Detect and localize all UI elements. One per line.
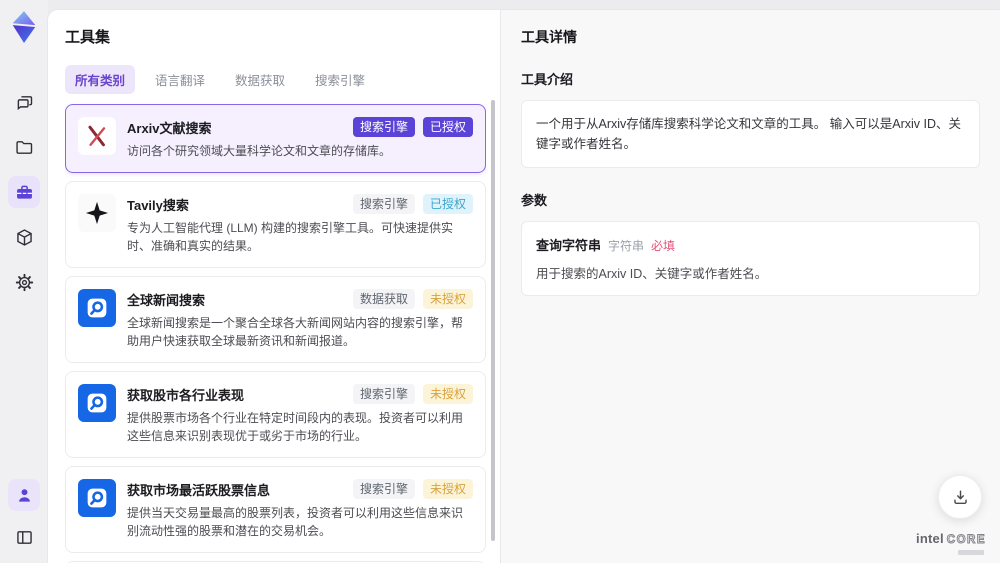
tool-icon: [78, 384, 116, 422]
tool-card[interactable]: 获取市场最活跃股票信息 搜索引擎 未授权 提供当天交易量最高的股票列表，投资者可…: [65, 466, 486, 553]
sidebar-item-files[interactable]: [8, 131, 40, 163]
list-scrollbar[interactable]: [491, 88, 495, 555]
news-search-icon: [87, 393, 107, 413]
arxiv-icon: [88, 125, 106, 147]
brand-sub: CORE: [946, 534, 986, 547]
brand-badge-bar: [958, 550, 984, 555]
tool-auth-badge: 未授权: [422, 289, 473, 309]
tool-card[interactable]: Tavily搜索 搜索引擎 已授权 专为人工智能代理 (LLM) 构建的搜索引擎…: [65, 181, 486, 268]
tool-card[interactable]: 获取股市各行业表现 搜索引擎 未授权 提供股票市场各个行业在特定时间段内的表现。…: [65, 371, 486, 458]
download-button[interactable]: [938, 475, 982, 519]
scrollbar-thumb[interactable]: [491, 100, 495, 541]
tool-auth-badge: 已授权: [422, 194, 473, 214]
tool-icon: [78, 117, 116, 155]
tab-数据获取[interactable]: 数据获取: [225, 65, 295, 94]
tool-details-pane: 工具详情 工具介绍 一个用于从Arxiv存储库搜索科学论文和文章的工具。 输入可…: [500, 10, 1000, 563]
user-icon: [18, 488, 30, 502]
brand-name: intel: [916, 531, 944, 547]
icon-rail: [0, 0, 48, 563]
intro-card: 一个用于从Arxiv存储库搜索科学论文和文章的工具。 输入可以是Arxiv ID…: [521, 100, 980, 168]
tool-category-badge: 搜索引擎: [352, 479, 415, 499]
tool-name: 获取股市各行业表现: [127, 388, 245, 403]
tool-list-pane: 工具集 所有类别 语言翻译 数据获取 搜索引擎 Arxiv文献搜索 搜索引擎 已授权 …: [48, 10, 500, 563]
app-window: 工具集 所有类别 语言翻译 数据获取 搜索引擎 Arxiv文献搜索 搜索引擎 已授权 …: [0, 0, 1000, 563]
tool-auth-badge: 未授权: [422, 479, 473, 499]
tool-name: Arxiv文献搜索: [127, 121, 212, 136]
folder-icon: [15, 140, 32, 154]
category-tabs: 所有类别 语言翻译 数据获取 搜索引擎: [65, 65, 486, 94]
params-heading: 参数: [521, 193, 548, 208]
sidebar-item-panel-toggle[interactable]: [8, 521, 40, 553]
tool-description: 访问各个研究领域大量科学论文和文章的存储库。: [127, 144, 392, 158]
param-required-badge: 必填: [651, 239, 676, 253]
params-list: 查询字符串 字符串 必填 用于搜索的Arxiv ID、关键字或作者姓名。: [521, 221, 980, 296]
param-card: 查询字符串 字符串 必填 用于搜索的Arxiv ID、关键字或作者姓名。: [521, 221, 980, 296]
tool-list: Arxiv文献搜索 搜索引擎 已授权 访问各个研究领域大量科学论文和文章的存储库…: [65, 104, 486, 563]
sidebar-item-settings[interactable]: [8, 266, 40, 298]
page-title: 工具集: [65, 29, 111, 46]
tool-auth-badge: 未授权: [422, 384, 473, 404]
news-search-icon: [87, 298, 107, 318]
intro-heading: 工具介绍: [521, 72, 574, 87]
app-logo-icon[interactable]: [9, 10, 39, 44]
tool-icon: [78, 289, 116, 327]
tool-description: 全球新闻搜索是一个聚合全球各大新闻网站内容的搜索引擎，帮助用户快速获取全球最新资…: [127, 316, 464, 348]
intel-core-logo: intel CORE: [916, 532, 986, 555]
tool-icon: [78, 194, 116, 232]
tool-category-badge: 搜索引擎: [352, 194, 415, 214]
param-description: 用于搜索的Arxiv ID、关键字或作者姓名。: [536, 267, 768, 281]
tool-category-badge: 数据获取: [352, 289, 415, 309]
details-title: 工具详情: [521, 29, 577, 45]
toolbox-icon: [16, 185, 32, 199]
settings-gear-icon: [15, 273, 33, 291]
panel-toggle-icon: [16, 530, 32, 544]
tool-description: 专为人工智能代理 (LLM) 构建的搜索引擎工具。可快速提供实时、准确和真实的结…: [127, 221, 454, 253]
tool-description: 提供股票市场各个行业在特定时间段内的表现。投资者可以利用这些信息来识别表现优于或…: [127, 411, 464, 443]
tool-category-badge: 搜索引擎: [352, 384, 415, 404]
sidebar-item-models[interactable]: [8, 221, 40, 253]
param-name: 查询字符串: [536, 238, 602, 253]
tab-所有类别[interactable]: 所有类别: [65, 65, 136, 94]
tavily-star-icon: [85, 201, 109, 225]
tool-description: 提供当天交易量最高的股票列表，投资者可以利用这些信息来识别流动性强的股票和潜在的…: [127, 506, 464, 538]
tool-card[interactable]: 全球新闻搜索 数据获取 未授权 全球新闻搜索是一个聚合全球各大新闻网站内容的搜索…: [65, 276, 486, 363]
cube-icon: [16, 228, 32, 246]
tool-icon: [78, 479, 116, 517]
tab-搜索引擎[interactable]: 搜索引擎: [305, 65, 375, 94]
tab-语言翻译[interactable]: 语言翻译: [145, 65, 215, 94]
tool-card[interactable]: Arxiv文献搜索 搜索引擎 已授权 访问各个研究领域大量科学论文和文章的存储库…: [65, 104, 486, 173]
download-icon: [953, 489, 967, 504]
tool-category-badge: 搜索引擎: [352, 117, 415, 137]
tool-auth-badge: 已授权: [422, 117, 473, 137]
intro-text: 一个用于从Arxiv存储库搜索科学论文和文章的工具。 输入可以是Arxiv ID…: [536, 117, 962, 151]
sidebar-item-chat[interactable]: [8, 86, 40, 118]
chat-icon: [17, 95, 32, 110]
tool-name: 全球新闻搜索: [127, 293, 206, 308]
tool-name: Tavily搜索: [127, 198, 189, 213]
news-search-icon: [87, 488, 107, 508]
param-type: 字符串: [608, 239, 645, 253]
sidebar-item-tools[interactable]: [8, 176, 40, 208]
tool-name: 获取市场最活跃股票信息: [127, 483, 271, 498]
sidebar-item-account[interactable]: [8, 479, 40, 511]
